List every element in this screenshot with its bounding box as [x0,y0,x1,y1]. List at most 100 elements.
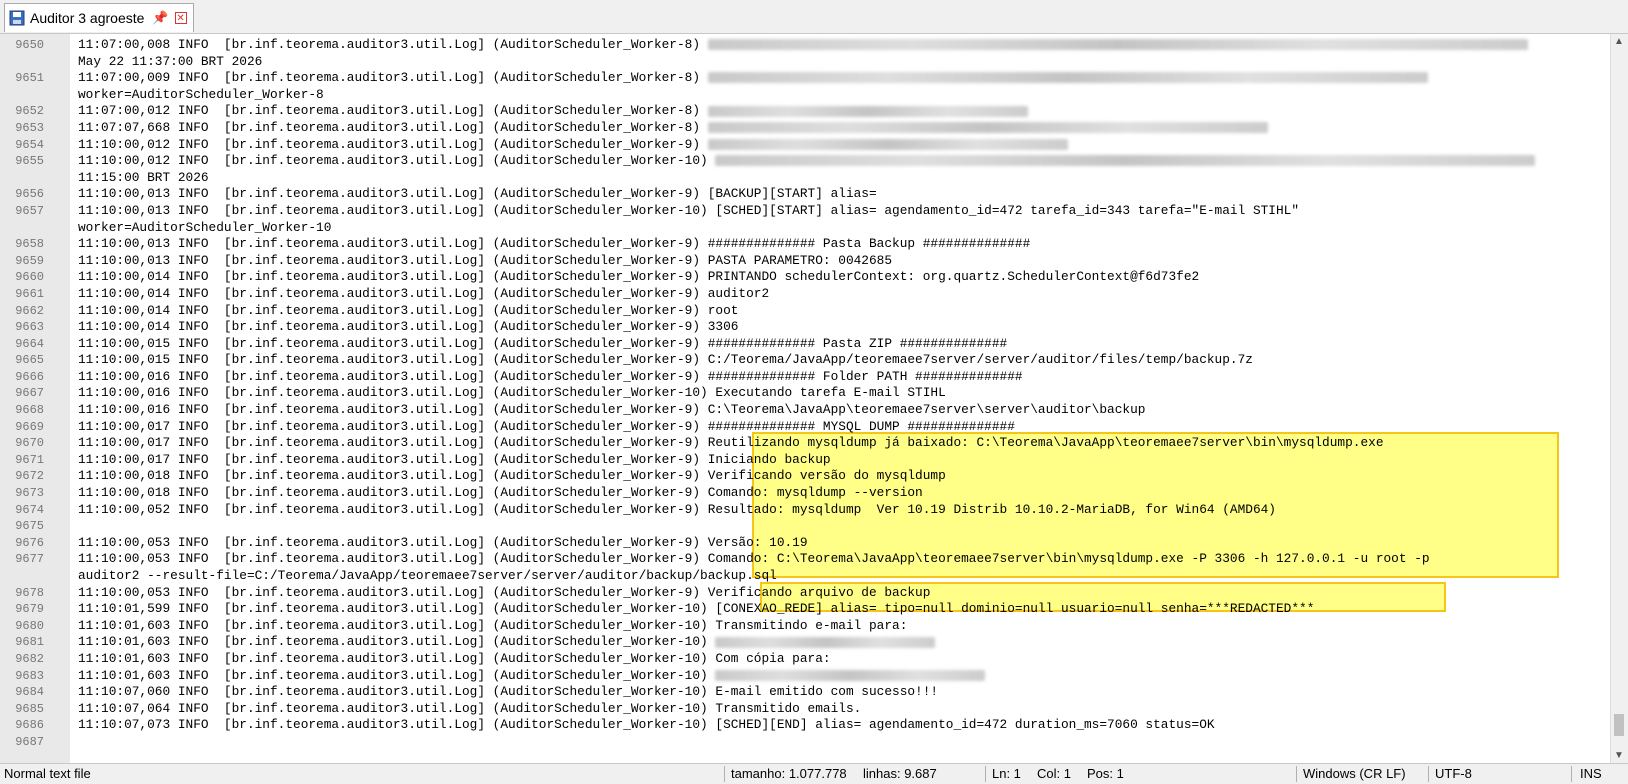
log-line: 9678 11:10:00,053 INFO [br.inf.teorema.au… [0,585,1611,602]
scroll-thumb[interactable] [1614,714,1624,736]
log-line: 9677 11:10:00,053 INFO [br.inf.teorema.au… [0,551,1611,568]
line-number: 9650 [15,38,44,52]
line-text: 11:10:00,013 INFO [br.inf.teorema.audito… [78,236,1031,252]
line-number: 9669 [15,419,44,434]
line-text: 11:10:00,017 INFO [br.inf.teorema.audito… [78,435,1384,451]
log-line: 9684 11:10:07,060 INFO [br.inf.teorema.au… [0,684,1611,701]
log-line: 9675 [0,518,1611,535]
log-line: 9685 11:10:07,064 INFO [br.inf.teorema.au… [0,701,1611,718]
line-text: 11:10:00,012 INFO [br.inf.teorema.audito… [78,153,1536,170]
status-bar: Normal text file tamanho: 1.077.778 linh… [0,763,1628,784]
line-text: worker=AuditorScheduler_Worker-8 [78,86,324,102]
log-line: 9670 11:10:00,017 INFO [br.inf.teorema.au… [0,435,1611,452]
log-line: 9686 11:10:07,073 INFO [br.inf.teorema.au… [0,717,1611,734]
redacted-text [707,138,1068,150]
line-text: May 22 11:37:00 BRT 2026 [78,53,263,69]
line-number: 9668 [15,403,44,418]
log-line: 9681 11:10:01,603 INFO [br.inf.teorema.au… [0,634,1611,651]
line-number: 9686 [15,718,44,733]
line-text: 11:10:00,053 INFO [br.inf.teorema.audito… [78,551,1430,567]
log-line: 9657 11:10:00,013 INFO [br.inf.teorema.au… [0,203,1611,220]
log-line: 9651 11:07:00,009 INFO [br.inf.teorema.au… [0,70,1611,87]
log-line: 9667 11:10:00,016 INFO [br.inf.teorema.au… [0,385,1611,402]
line-text: 11:10:00,014 INFO [br.inf.teorema.audito… [78,302,739,318]
line-number: 9687 [15,734,44,749]
line-number: 9675 [15,519,44,534]
line-text: 11:07:00,012 INFO [br.inf.teorema.audito… [78,103,1028,120]
line-text: auditor2 --result-file=C:/Teorema/JavaAp… [78,568,777,583]
log-line: 9687 [0,734,1611,751]
line-number: 9657 [15,203,44,218]
redacted-text [707,72,1428,84]
line-number: 9656 [15,187,44,202]
line-number: 9667 [15,386,44,401]
redacted-text [715,669,986,681]
line-number [0,54,44,71]
scroll-up-icon[interactable]: ▲ [1614,36,1624,47]
close-icon[interactable]: ✕ [174,12,187,24]
file-type: Normal text file [4,766,91,781]
line-text: 11:10:00,013 INFO [br.inf.teorema.audito… [78,186,877,202]
pin-icon[interactable]: 📌 [152,10,168,26]
log-line: 9665 11:10:00,015 INFO [br.inf.teorema.au… [0,352,1611,369]
log-line: auditor2 --result-file=C:/Teorema/JavaAp… [0,568,1611,585]
log-line: 9655 11:10:00,012 INFO [br.inf.teorema.au… [0,153,1611,170]
line-number: 9666 [15,369,44,384]
encoding[interactable]: UTF-8 [1435,766,1472,781]
line-number: 9680 [15,618,44,633]
line-text: 11:10:00,013 INFO [br.inf.teorema.audito… [78,202,1300,218]
line-number [0,220,44,237]
log-line: 9680 11:10:01,603 INFO [br.inf.teorema.au… [0,618,1611,635]
redacted-text [707,39,1528,51]
line-text: 11:15:00 BRT 2026 [78,169,209,185]
log-line: 9656 11:10:00,013 INFO [br.inf.teorema.au… [0,186,1611,203]
vertical-scrollbar[interactable]: ▲ ▼ [1610,34,1628,763]
line-number: 9665 [15,353,44,368]
tab-bar: Auditor 3 agroeste 📌 ✕ [0,0,1628,34]
line-text: 11:10:00,016 INFO [br.inf.teorema.audito… [78,368,1023,384]
line-number: 9651 [15,71,44,86]
eol-format[interactable]: Windows (CR LF) [1303,766,1406,781]
log-line: 9653 11:07:07,668 INFO [br.inf.teorema.au… [0,120,1611,137]
line-text: 11:10:00,018 INFO [br.inf.teorema.audito… [78,468,946,484]
redacted-text [715,155,1536,167]
line-number: 9670 [15,436,44,451]
tab-auditor[interactable]: Auditor 3 agroeste 📌 ✕ [4,3,194,32]
line-text: 11:10:00,052 INFO [br.inf.teorema.audito… [78,501,1276,517]
log-line: worker=AuditorScheduler_Worker-8 [0,87,1611,104]
cursor-col: Col: 1 [1037,766,1071,781]
log-lines: 9650 11:07:00,008 INFO [br.inf.teorema.au… [0,37,1611,751]
log-line: 9658 11:10:00,013 INFO [br.inf.teorema.au… [0,236,1611,253]
line-number: 9673 [15,486,44,501]
insert-mode[interactable]: INS [1580,766,1602,781]
scroll-down-icon[interactable]: ▼ [1614,750,1624,761]
line-text: 11:10:00,053 INFO [br.inf.teorema.audito… [78,534,808,550]
line-number: 9683 [15,668,44,683]
line-number [0,87,44,104]
log-line: 9679 11:10:01,599 INFO [br.inf.teorema.au… [0,601,1611,618]
line-number: 9654 [15,137,44,152]
text-editor[interactable]: 9650 11:07:00,008 INFO [br.inf.teorema.au… [0,34,1611,763]
line-number: 9660 [15,270,44,285]
cursor-pos: Pos: 1 [1087,766,1124,781]
line-number: 9672 [15,469,44,484]
line-text: 11:10:00,053 INFO [br.inf.teorema.audito… [78,584,931,600]
line-count: linhas: 9.687 [863,766,937,781]
log-line: 9672 11:10:00,018 INFO [br.inf.teorema.au… [0,468,1611,485]
file-size: tamanho: 1.077.778 [731,766,847,781]
line-text: 11:10:00,014 INFO [br.inf.teorema.audito… [78,319,739,335]
log-line: 9683 11:10:01,603 INFO [br.inf.teorema.au… [0,668,1611,685]
line-number: 9655 [15,154,44,169]
log-line: 9659 11:10:00,013 INFO [br.inf.teorema.au… [0,253,1611,270]
line-number [0,568,44,585]
line-number: 9684 [15,685,44,700]
line-text: 11:07:00,009 INFO [br.inf.teorema.audito… [78,70,1428,87]
line-number: 9652 [15,104,44,119]
line-text: 11:10:00,014 INFO [br.inf.teorema.audito… [78,285,770,301]
line-text: 11:10:01,603 INFO [br.inf.teorema.audito… [78,650,831,666]
line-number: 9685 [15,701,44,716]
line-number: 9664 [15,336,44,351]
line-text: 11:10:00,014 INFO [br.inf.teorema.audito… [78,269,1200,285]
line-number: 9674 [15,502,44,517]
log-line: 9663 11:10:00,014 INFO [br.inf.teorema.au… [0,319,1611,336]
